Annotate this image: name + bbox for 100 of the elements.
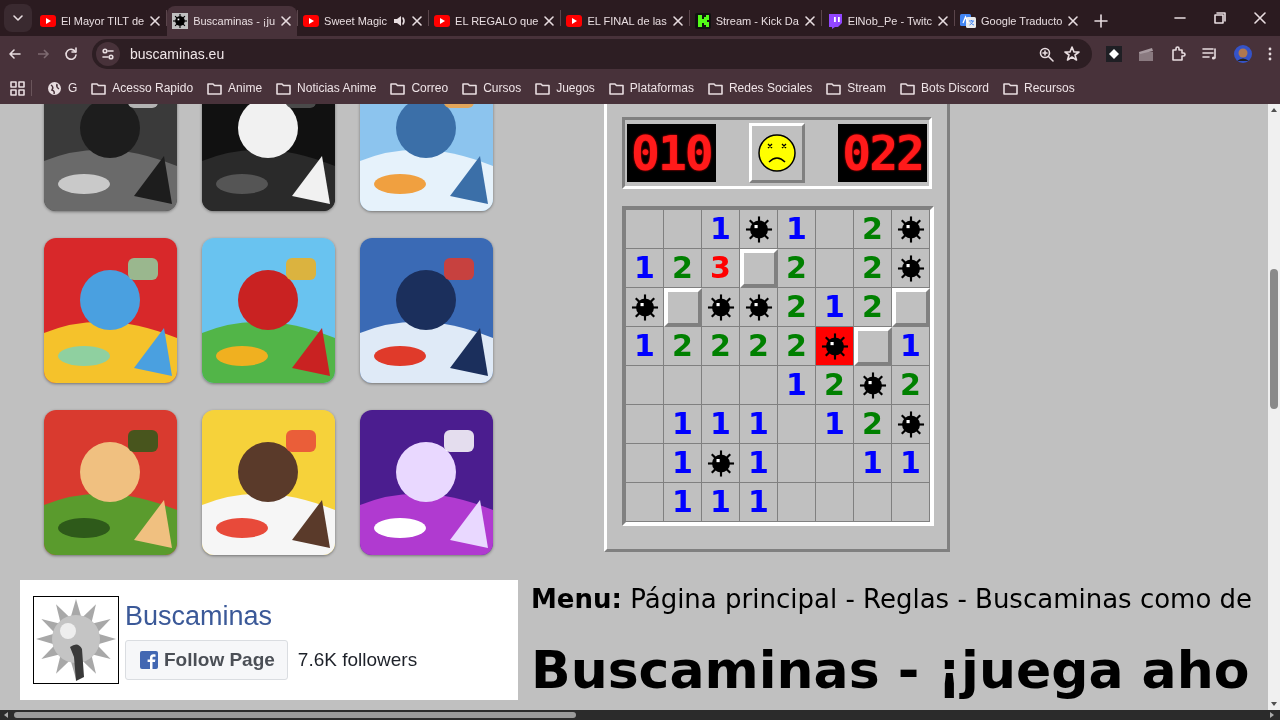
playlist-icon[interactable] <box>1202 46 1218 62</box>
board-cell[interactable]: 1 <box>892 444 930 483</box>
page-name-link[interactable]: Buscaminas <box>125 600 418 632</box>
board-cell[interactable] <box>778 405 816 444</box>
clapperboard-icon[interactable] <box>1138 46 1154 62</box>
board-cell[interactable]: 1 <box>892 327 930 366</box>
board-cell[interactable] <box>816 249 854 288</box>
covered-cell[interactable] <box>892 288 930 327</box>
board-cell[interactable]: 1 <box>740 405 778 444</box>
horizontal-scrollbar[interactable] <box>0 710 1280 720</box>
mine-cell[interactable] <box>702 444 740 483</box>
mine-cell[interactable] <box>626 288 664 327</box>
restore-icon[interactable] <box>1214 12 1226 24</box>
avatar-icon[interactable] <box>1234 45 1252 63</box>
apps-icon[interactable] <box>10 80 25 96</box>
bookmark-folder[interactable]: Stream <box>819 77 893 99</box>
board-cell[interactable]: 1 <box>740 444 778 483</box>
board-cell[interactable] <box>664 210 702 249</box>
close-icon[interactable] <box>1254 12 1266 24</box>
board-cell[interactable] <box>664 366 702 405</box>
close-icon[interactable] <box>803 15 816 27</box>
board-cell[interactable]: 1 <box>854 444 892 483</box>
mine-cell[interactable] <box>740 210 778 249</box>
mine-cell[interactable] <box>702 288 740 327</box>
exploded-mine-cell[interactable] <box>816 327 854 366</box>
board-cell[interactable]: 1 <box>664 405 702 444</box>
reset-button[interactable] <box>749 123 805 183</box>
close-icon[interactable] <box>149 15 162 27</box>
bookmark-folder[interactable]: Anime <box>200 77 270 99</box>
board-cell[interactable]: 1 <box>626 327 664 366</box>
mine-cell[interactable] <box>854 366 892 405</box>
covered-cell[interactable] <box>664 288 702 327</box>
board-cell[interactable]: 2 <box>854 288 892 327</box>
close-icon[interactable] <box>671 15 684 27</box>
browser-tab[interactable]: Sweet Magic <box>298 6 429 36</box>
board-cell[interactable] <box>626 210 664 249</box>
browser-tab[interactable]: Buscaminas - ¡ju <box>167 6 298 36</box>
back-icon[interactable] <box>8 47 22 61</box>
reload-icon[interactable] <box>64 47 78 61</box>
board-cell[interactable] <box>816 444 854 483</box>
bookmark-folder[interactable]: Acesso Rapido <box>84 77 201 99</box>
board-cell[interactable]: 2 <box>740 327 778 366</box>
bookmark-folder[interactable]: Noticias Anime <box>269 77 384 99</box>
site-info-button[interactable] <box>96 42 120 66</box>
bookmark-folder[interactable]: Redes Sociales <box>700 77 820 99</box>
covered-cell[interactable] <box>740 249 778 288</box>
browser-tab[interactable]: El Mayor TILT de <box>35 6 167 36</box>
bookmark-folder[interactable]: Cursos <box>455 77 529 99</box>
close-icon[interactable] <box>543 15 556 27</box>
mine-cell[interactable] <box>892 249 930 288</box>
board-cell[interactable]: 2 <box>778 249 816 288</box>
board-cell[interactable]: 2 <box>702 327 740 366</box>
browser-tab[interactable]: EL REGALO que <box>429 6 561 36</box>
board-cell[interactable] <box>626 405 664 444</box>
board-cell[interactable] <box>626 444 664 483</box>
board-cell[interactable]: 1 <box>778 366 816 405</box>
close-icon[interactable] <box>937 15 949 27</box>
board-cell[interactable] <box>816 483 854 522</box>
board-cell[interactable] <box>778 444 816 483</box>
board-cell[interactable] <box>702 366 740 405</box>
board-cell[interactable]: 2 <box>664 249 702 288</box>
puzzle-icon[interactable] <box>1170 46 1186 62</box>
bookmark-folder[interactable]: Juegos <box>528 77 602 99</box>
star-icon[interactable] <box>1064 46 1080 62</box>
bookmark-folder[interactable]: Plataformas <box>601 77 701 99</box>
browser-tab[interactable]: EL FINAL de las <box>561 6 689 36</box>
zoom-icon[interactable] <box>1039 46 1054 62</box>
board-cell[interactable] <box>626 483 664 522</box>
board-cell[interactable] <box>854 483 892 522</box>
board-cell[interactable]: 1 <box>702 483 740 522</box>
board-cell[interactable]: 1 <box>778 210 816 249</box>
menu-icon[interactable] <box>1268 47 1272 61</box>
board-cell[interactable] <box>778 483 816 522</box>
browser-tab[interactable]: ElNob_Pe - Twitc <box>821 6 954 36</box>
board-cell[interactable] <box>626 366 664 405</box>
close-icon[interactable] <box>1067 15 1080 27</box>
mine-cell[interactable] <box>740 288 778 327</box>
board-cell[interactable]: 1 <box>740 483 778 522</box>
board-cell[interactable]: 1 <box>816 405 854 444</box>
board-cell[interactable] <box>740 366 778 405</box>
browser-tab[interactable]: Stream - Kick Da <box>689 6 821 36</box>
mine-cell[interactable] <box>892 210 930 249</box>
board-cell[interactable]: 2 <box>778 288 816 327</box>
new-tab-icon[interactable] <box>1094 14 1109 28</box>
board-cell[interactable] <box>892 483 930 522</box>
bookmark[interactable]: G <box>40 77 85 99</box>
close-icon[interactable] <box>411 15 424 27</box>
address-bar[interactable]: buscaminas.eu <box>92 39 1092 69</box>
mine-cell[interactable] <box>892 405 930 444</box>
covered-cell[interactable] <box>854 327 892 366</box>
vertical-scrollbar[interactable] <box>1268 104 1280 710</box>
close-icon[interactable] <box>280 15 293 27</box>
tab-search-button[interactable] <box>4 4 32 32</box>
bookmark-folder[interactable]: Recursos <box>996 77 1082 99</box>
board-cell[interactable] <box>816 210 854 249</box>
follow-page-button[interactable]: Follow Page <box>125 639 288 680</box>
browser-tab[interactable]: Google Traducto <box>955 6 1085 36</box>
board-cell[interactable]: 2 <box>664 327 702 366</box>
bookmark-folder[interactable]: Bots Discord <box>892 77 996 99</box>
board-cell[interactable]: 1 <box>664 483 702 522</box>
